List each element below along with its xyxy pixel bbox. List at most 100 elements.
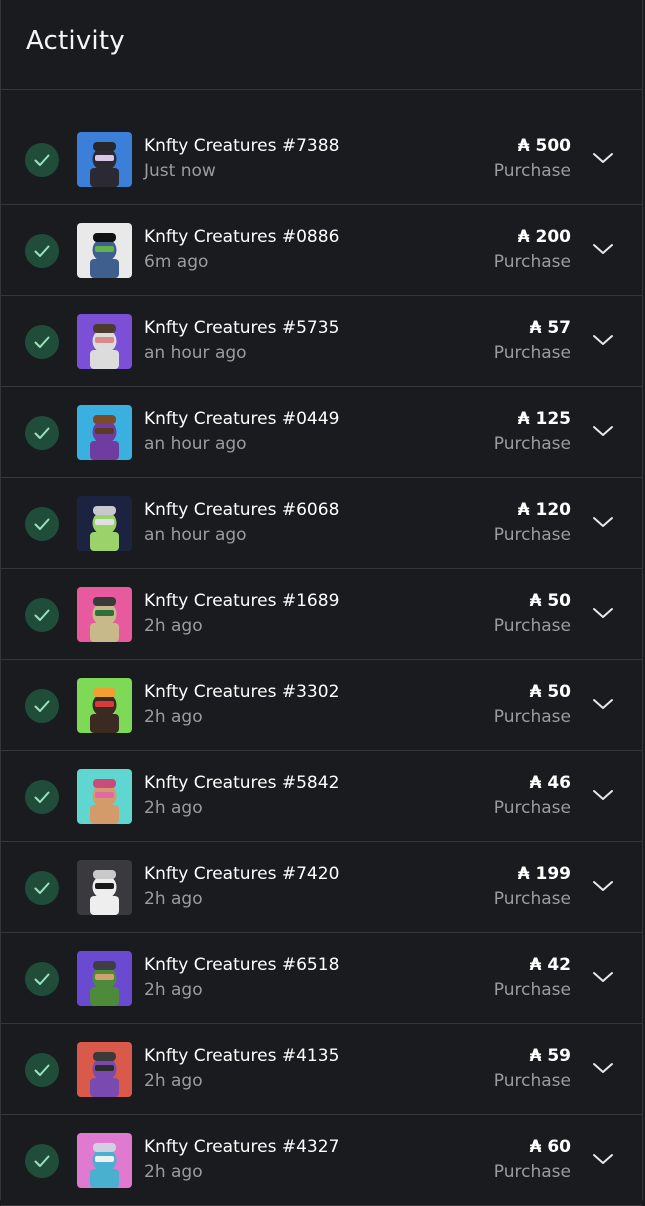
activity-time: 2h ago [144, 1071, 203, 1091]
success-check-icon [25, 780, 59, 814]
activity-type: Purchase [493, 798, 571, 818]
activity-type: Purchase [493, 525, 571, 545]
price-amount: ₳ 50 [529, 591, 571, 611]
price-amount: ₳ 42 [529, 955, 571, 975]
activity-row[interactable]: Knfty Creatures #4135 2h ago ₳ 59 Purcha… [1, 1024, 642, 1115]
nft-thumbnail[interactable] [77, 951, 132, 1006]
nft-thumbnail[interactable] [77, 769, 132, 824]
price-amount: ₳ 200 [517, 227, 571, 247]
activity-type: Purchase [493, 252, 571, 272]
nft-thumbnail[interactable] [77, 405, 132, 460]
nft-thumbnail[interactable] [77, 1042, 132, 1097]
activity-type: Purchase [493, 889, 571, 909]
activity-time: 2h ago [144, 1162, 203, 1182]
activity-list: Knfty Creatures #7388 Just now ₳ 500 Pur… [1, 114, 642, 1206]
chevron-down-icon[interactable] [591, 1151, 615, 1167]
nft-name[interactable]: Knfty Creatures #6068 [144, 500, 339, 520]
activity-row[interactable]: Knfty Creatures #5735 an hour ago ₳ 57 P… [1, 296, 642, 387]
activity-type: Purchase [493, 1162, 571, 1182]
chevron-down-icon[interactable] [591, 514, 615, 530]
price-amount: ₳ 120 [517, 500, 571, 520]
nft-thumbnail[interactable] [77, 1133, 132, 1188]
nft-name[interactable]: Knfty Creatures #5735 [144, 318, 339, 338]
header-spacer [1, 90, 642, 114]
activity-type: Purchase [493, 161, 571, 181]
nft-name[interactable]: Knfty Creatures #6518 [144, 955, 339, 975]
nft-name[interactable]: Knfty Creatures #4135 [144, 1046, 339, 1066]
nft-thumbnail[interactable] [77, 314, 132, 369]
success-check-icon [25, 1144, 59, 1178]
success-check-icon [25, 234, 59, 268]
chevron-down-icon[interactable] [591, 332, 615, 348]
chevron-down-icon[interactable] [591, 150, 615, 166]
success-check-icon [25, 143, 59, 177]
nft-thumbnail[interactable] [77, 678, 132, 733]
success-check-icon [25, 416, 59, 450]
nft-name[interactable]: Knfty Creatures #7388 [144, 136, 339, 156]
activity-row[interactable]: Knfty Creatures #0449 an hour ago ₳ 125 … [1, 387, 642, 478]
activity-time: 2h ago [144, 707, 203, 727]
nft-thumbnail[interactable] [77, 587, 132, 642]
activity-type: Purchase [493, 343, 571, 363]
activity-time: 2h ago [144, 616, 203, 636]
activity-header: Activity [1, 0, 642, 90]
activity-time: 2h ago [144, 889, 203, 909]
chevron-down-icon[interactable] [591, 878, 615, 894]
activity-row[interactable]: Knfty Creatures #1689 2h ago ₳ 50 Purcha… [1, 569, 642, 660]
price-amount: ₳ 60 [529, 1137, 571, 1157]
success-check-icon [25, 1053, 59, 1087]
nft-name[interactable]: Knfty Creatures #5842 [144, 773, 339, 793]
activity-row[interactable]: Knfty Creatures #3302 2h ago ₳ 50 Purcha… [1, 660, 642, 751]
activity-type: Purchase [493, 707, 571, 727]
activity-time: 2h ago [144, 798, 203, 818]
price-amount: ₳ 50 [529, 682, 571, 702]
activity-row[interactable]: Knfty Creatures #6518 2h ago ₳ 42 Purcha… [1, 933, 642, 1024]
price-amount: ₳ 57 [529, 318, 571, 338]
nft-name[interactable]: Knfty Creatures #0449 [144, 409, 339, 429]
activity-panel: Activity Knfty Creatures #7388 Just now … [0, 0, 643, 1206]
nft-name[interactable]: Knfty Creatures #1689 [144, 591, 339, 611]
success-check-icon [25, 871, 59, 905]
activity-time: Just now [144, 161, 216, 181]
price-amount: ₳ 500 [517, 136, 571, 156]
nft-thumbnail[interactable] [77, 860, 132, 915]
activity-time: 2h ago [144, 980, 203, 1000]
activity-type: Purchase [493, 980, 571, 1000]
chevron-down-icon[interactable] [591, 969, 615, 985]
chevron-down-icon[interactable] [591, 1060, 615, 1076]
activity-row[interactable]: Knfty Creatures #5842 2h ago ₳ 46 Purcha… [1, 751, 642, 842]
activity-row[interactable]: Knfty Creatures #6068 an hour ago ₳ 120 … [1, 478, 642, 569]
activity-row[interactable]: Knfty Creatures #4327 2h ago ₳ 60 Purcha… [1, 1115, 642, 1206]
activity-time: an hour ago [144, 343, 247, 363]
chevron-down-icon[interactable] [591, 696, 615, 712]
price-amount: ₳ 125 [517, 409, 571, 429]
success-check-icon [25, 962, 59, 996]
success-check-icon [25, 507, 59, 541]
nft-name[interactable]: Knfty Creatures #3302 [144, 682, 339, 702]
success-check-icon [25, 689, 59, 723]
success-check-icon [25, 598, 59, 632]
activity-row[interactable]: Knfty Creatures #7388 Just now ₳ 500 Pur… [1, 114, 642, 205]
activity-time: an hour ago [144, 434, 247, 454]
price-amount: ₳ 46 [529, 773, 571, 793]
activity-type: Purchase [493, 616, 571, 636]
nft-thumbnail[interactable] [77, 132, 132, 187]
activity-time: 6m ago [144, 252, 209, 272]
page-title: Activity [26, 26, 125, 56]
chevron-down-icon[interactable] [591, 423, 615, 439]
activity-time: an hour ago [144, 525, 247, 545]
nft-name[interactable]: Knfty Creatures #4327 [144, 1137, 339, 1157]
nft-thumbnail[interactable] [77, 223, 132, 278]
activity-row[interactable]: Knfty Creatures #7420 2h ago ₳ 199 Purch… [1, 842, 642, 933]
chevron-down-icon[interactable] [591, 787, 615, 803]
activity-row[interactable]: Knfty Creatures #0886 6m ago ₳ 200 Purch… [1, 205, 642, 296]
chevron-down-icon[interactable] [591, 605, 615, 621]
success-check-icon [25, 325, 59, 359]
nft-name[interactable]: Knfty Creatures #0886 [144, 227, 339, 247]
nft-thumbnail[interactable] [77, 496, 132, 551]
price-amount: ₳ 199 [517, 864, 571, 884]
nft-name[interactable]: Knfty Creatures #7420 [144, 864, 339, 884]
chevron-down-icon[interactable] [591, 241, 615, 257]
activity-type: Purchase [493, 1071, 571, 1091]
price-amount: ₳ 59 [529, 1046, 571, 1066]
